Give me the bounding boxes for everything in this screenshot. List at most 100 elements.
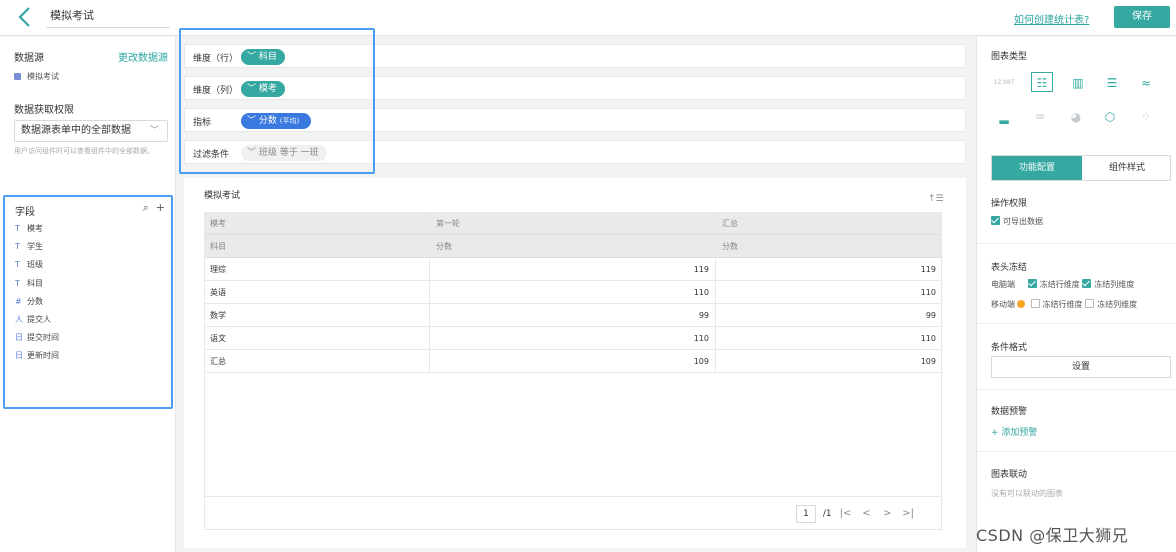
prev-page-icon[interactable]: < [859,508,873,519]
pc-freeze-col-checkbox[interactable]: 冻结列维度 [1082,279,1134,289]
pager: 1 /1 |< < > >| [796,505,915,523]
table-row: 汇总 109 109 [204,350,942,373]
datasource-item[interactable]: 模拟考试 [14,71,59,82]
table-cell: 99 [430,304,716,327]
table-preview: 模拟考试 ↑☰ 模考 第一轮 汇总 科目 分数 分数 理综 119 119 英语 110 110 数学 9… [184,178,966,548]
row-dimension-value: 科目 [258,52,277,62]
line-chart-icon[interactable]: ≈ [1135,73,1157,93]
top-bar: 模拟考试 如何创建统计表? 保存 [0,0,1176,36]
tab-function-config[interactable]: 功能配置 [992,156,1082,180]
page-number-input[interactable]: 1 [796,505,816,523]
mobile-label: 移动端 [991,300,1015,309]
check-icon [1027,279,1037,288]
area-chart-icon[interactable]: ▂ [993,107,1015,127]
back-arrow-icon[interactable] [16,6,36,28]
datasource-label: 数据源 [14,53,44,64]
add-alert-link[interactable]: + 添加预警 [991,425,1037,438]
fields-title: 字段 [15,207,35,218]
field-item[interactable]: 日提交时间 [15,332,59,343]
header-freeze-title: 表头冻结 [991,263,1028,273]
last-page-icon[interactable]: >| [901,508,915,519]
pc-label: 电脑端 [991,280,1015,289]
no-link-hint: 没有可以联动的图表 [991,489,1063,498]
change-datasource-link[interactable]: 更改数据源 [118,49,168,64]
table-row: 语文 110 110 [204,327,942,350]
title-input[interactable]: 模拟考试 [46,6,170,28]
check-icon [991,216,1000,225]
help-link[interactable]: 如何创建统计表? [1014,11,1089,26]
filter-row[interactable]: 过滤条件 ﹀ 班级 等于 一班 [184,140,966,164]
permission-select[interactable]: 数据源表单中的全部数据 ﹀ [14,120,168,142]
config-tabs: 功能配置 组件样式 [991,155,1171,181]
horizontal-bar-chart-icon[interactable]: ☰ [1101,73,1123,93]
col-dimension-pill[interactable]: ﹀ 模考 [241,81,285,97]
table-cell: 119 [920,265,936,274]
divider [977,389,1176,390]
field-item[interactable]: # 分数 [15,296,43,307]
radar-chart-icon[interactable]: ⬡ [1099,107,1121,127]
check-icon [1082,279,1092,288]
table-header-cell: 汇总 [722,219,738,228]
conditional-format-title: 条件格式 [991,343,1028,353]
combo-chart-icon[interactable]: ♒ [1029,107,1051,127]
field-name: 提交人 [27,315,51,324]
watermark: CSDN @保卫大狮兄 [976,526,1129,545]
number-chart-icon[interactable]: 12,987 [993,73,1015,93]
field-item[interactable]: T 学生 [15,241,43,252]
table-row: 理综 119 119 [204,258,942,281]
col-dimension-value: 模考 [258,84,277,94]
table-row: 数学 99 99 [204,304,942,327]
pie-chart-icon[interactable]: ◕ [1065,107,1087,127]
save-button[interactable]: 保存 [1114,6,1170,28]
chart-link-title: 图表联动 [991,470,1028,480]
pager-divider [204,496,942,497]
metric-aggregation: (平均) [279,117,300,125]
table-header-row: 模考 第一轮 汇总 [204,212,942,235]
chevron-down-icon: ﹀ [149,126,159,136]
row-dimension-pill[interactable]: ﹀ 科目 [241,49,285,65]
row-dimension-label: 维度（行） [193,54,239,64]
field-item[interactable]: 人提交人 [15,314,51,325]
field-type-icon: 人 [15,315,23,324]
form-icon [14,73,21,80]
field-name: 更新时间 [27,351,59,361]
filter-pill[interactable]: ﹀ 班级 等于 一班 [241,145,327,161]
add-icon[interactable]: + [156,201,165,214]
table-cell: 109 [430,350,716,373]
metric-pill[interactable]: ﹀ 分数 (平均) [241,113,312,129]
field-item[interactable]: 日更新时间 [15,350,59,361]
field-item[interactable]: T 模考 [15,223,43,234]
table-header-cell: 科目 [204,235,430,258]
col-dimension-row[interactable]: 维度（列） ﹀ 模考 [184,76,966,100]
table-cell: 110 [430,327,716,350]
metric-row[interactable]: 指标 ﹀ 分数 (平均) [184,108,966,132]
table-chart-icon[interactable]: ☷ [1031,72,1053,92]
first-page-icon[interactable]: |< [839,508,853,519]
field-type-icon: # [15,296,22,306]
tab-component-style[interactable]: 组件样式 [1082,156,1172,180]
col-dimension-label: 维度（列） [193,86,239,96]
table-header-cell: 分数 [722,242,738,251]
metric-value: 分数 [258,116,277,126]
field-item[interactable]: T 班级 [15,259,43,270]
field-item[interactable]: T 科目 [15,278,43,289]
export-checkbox[interactable]: 可导出数据 [991,216,1043,227]
field-name: 科目 [27,278,43,288]
table-cell: 语文 [204,327,430,350]
pc-freeze-row: 电脑端 冻结行维度 冻结列维度 [991,279,1134,290]
checkbox-empty [1030,299,1040,308]
mobile-freeze-row-checkbox[interactable]: 冻结行维度 [1030,299,1083,309]
pc-freeze-row-checkbox[interactable]: 冻结行维度 [1027,279,1080,289]
search-icon[interactable]: ⌕ [143,201,149,214]
row-dimension-row[interactable]: 维度（行） ﹀ 科目 [184,44,966,68]
field-type-icon: T [15,260,20,270]
scatter-chart-icon[interactable]: ⁘ [1135,107,1157,127]
next-page-icon[interactable]: > [880,508,894,519]
mobile-freeze-col-checkbox[interactable]: 冻结列维度 [1085,299,1137,309]
sort-icon[interactable]: ↑☰ [928,194,944,204]
bar-chart-icon[interactable]: ▥ [1067,73,1089,93]
table-header-cell: 分数 [430,235,716,258]
table-header-cell: 模考 [204,212,430,235]
filter-label: 过滤条件 [193,150,230,160]
conditional-format-set-button[interactable]: 设置 [991,356,1171,378]
